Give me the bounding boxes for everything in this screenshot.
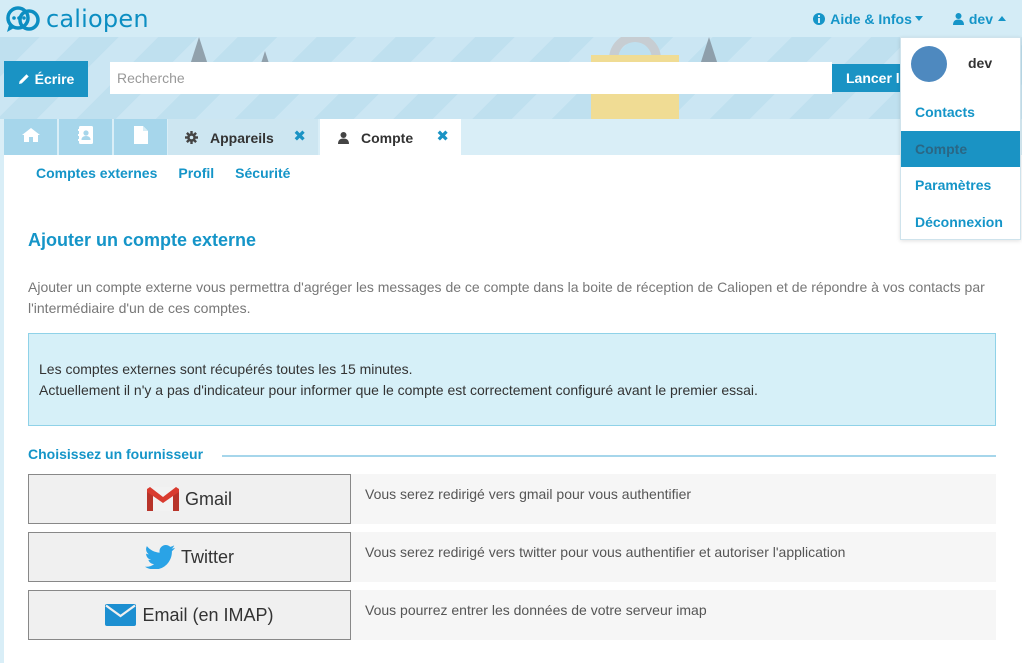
provider-description: Vous serez redirigé vers gmail pour vous…: [365, 486, 692, 502]
tab-appareils[interactable]: Appareils ✖: [168, 119, 318, 156]
gear-icon: [185, 131, 198, 144]
subnav-profil[interactable]: Profil: [178, 165, 214, 181]
tab-bar: Appareils ✖ Compte ✖: [0, 119, 1022, 156]
info-icon: [813, 12, 826, 25]
top-nav: Aide & Infos dev: [813, 0, 1022, 37]
dropdown-user-name: dev: [968, 55, 993, 71]
twitter-provider-button[interactable]: Twitter: [28, 532, 351, 582]
user-icon: [952, 12, 964, 25]
address-book-icon: [77, 125, 94, 149]
write-button-label: Écrire: [34, 71, 75, 87]
provider-row-imap: Email (en IMAP) Vous pourrez entrer les …: [28, 590, 996, 640]
pencil-icon: [18, 73, 30, 85]
chevron-down-icon: [914, 16, 923, 21]
tab-appareils-label: Appareils: [210, 129, 274, 146]
provider-row-gmail: Gmail Vous serez redirigé vers gmail pou…: [28, 474, 996, 524]
banner-decoration: [190, 37, 208, 65]
search-input[interactable]: [110, 62, 832, 94]
page-title: Ajouter un compte externe: [28, 230, 257, 250]
top-bar: caliopen Aide & Infos dev: [0, 0, 1022, 37]
provider-description: Vous serez redirigé vers twitter pour vo…: [365, 544, 846, 560]
user-menu-label: dev: [968, 10, 993, 27]
intro-text: Ajouter un compte externe vous permettra…: [28, 279, 985, 316]
help-menu-label: Aide & Infos: [830, 10, 912, 27]
dropdown-user-header: dev: [901, 38, 1020, 88]
provider-description: Vous pourrez entrer les données de votre…: [365, 602, 707, 618]
envelope-icon: [105, 604, 137, 626]
chevron-up-icon: [998, 16, 1006, 21]
main-panel: Comptes externes Profil Sécurité Ajouter…: [4, 155, 1022, 663]
account-subnav: Comptes externes Profil Sécurité: [36, 165, 311, 181]
banner-decoration: [700, 37, 718, 65]
user-icon: [338, 131, 349, 144]
imap-provider-button[interactable]: Email (en IMAP): [28, 590, 351, 640]
info-notice: Les comptes externes sont récupérés tout…: [28, 333, 996, 426]
divider: [222, 455, 996, 457]
close-icon[interactable]: ✖: [293, 129, 306, 144]
gmail-provider-label: Gmail: [184, 488, 232, 509]
help-menu-button[interactable]: Aide & Infos: [813, 11, 923, 27]
tab-contacts[interactable]: [59, 119, 112, 155]
notice-line: Actuellement il n'y a pas d'indicateur p…: [39, 382, 758, 398]
imap-provider-label: Email (en IMAP): [142, 604, 274, 625]
tab-home[interactable]: [4, 119, 57, 155]
document-icon: [133, 125, 148, 149]
avatar: [911, 46, 947, 82]
twitter-provider-label: Twitter: [180, 546, 234, 567]
gmail-icon: [146, 487, 179, 511]
tab-drafts[interactable]: [114, 119, 167, 155]
notice-line: Les comptes externes sont récupérés tout…: [39, 361, 413, 377]
app-logo[interactable]: caliopen: [5, 4, 149, 34]
provider-row-twitter: Twitter Vous serez redirigé vers twitter…: [28, 532, 996, 582]
menu-item-parametres[interactable]: Paramètres: [901, 167, 1020, 203]
menu-item-contacts[interactable]: Contacts: [901, 94, 1020, 130]
user-dropdown-menu: dev Contacts Compte Paramètres Déconnexi…: [900, 37, 1021, 240]
write-button[interactable]: Écrire: [4, 61, 88, 97]
twitter-icon: [144, 545, 175, 569]
logo-text: caliopen: [46, 5, 149, 33]
tab-compte[interactable]: Compte ✖: [320, 119, 461, 156]
logo-icon: [5, 5, 43, 33]
gmail-provider-button[interactable]: Gmail: [28, 474, 351, 524]
menu-item-deconnexion[interactable]: Déconnexion: [901, 204, 1020, 240]
user-menu-button[interactable]: dev: [952, 10, 1006, 27]
subnav-comptes-externes[interactable]: Comptes externes: [36, 165, 157, 181]
menu-item-compte[interactable]: Compte: [901, 131, 1020, 167]
subnav-securite[interactable]: Sécurité: [235, 165, 290, 181]
provider-legend: Choisissez un fournisseur: [28, 446, 204, 462]
home-icon: [21, 127, 40, 147]
close-icon[interactable]: ✖: [436, 129, 449, 144]
tab-compte-label: Compte: [361, 129, 414, 146]
